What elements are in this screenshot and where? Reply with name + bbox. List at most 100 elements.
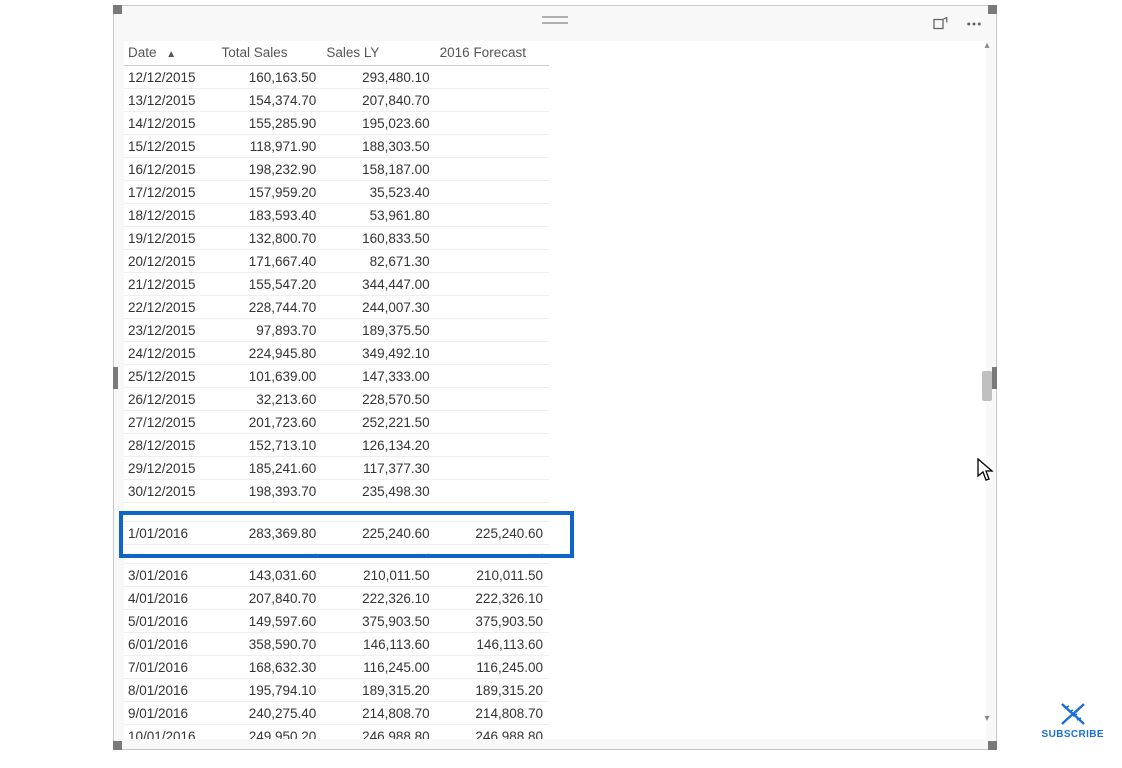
cell-ly: 116,245.00 (322, 656, 435, 679)
cell-date: 25/12/2015 (124, 365, 217, 388)
cell-date: 20/12/2015 (124, 250, 217, 273)
cell-ly: 222,326.10 (322, 587, 435, 610)
cell-ts: 132,800.70 (217, 227, 322, 250)
cell-date: 13/12/2015 (124, 89, 217, 112)
cell-fc: 210,011.50 (436, 564, 549, 587)
cell-ts: 101,639.00 (217, 365, 322, 388)
cell-date: 24/12/2015 (124, 342, 217, 365)
table-area: Date ▲ Total Sales Sales LY 2016 Forecas… (124, 41, 986, 739)
scroll-thumb[interactable] (982, 371, 992, 401)
header-row: Date ▲ Total Sales Sales LY 2016 Forecas… (124, 41, 549, 66)
cell-ts: 149,597.60 (217, 610, 322, 633)
cell-fc: 225,240.60 (436, 522, 549, 545)
table-row[interactable]: 10/01/2016249,950.20246,988.80246,988.80 (124, 725, 549, 740)
cell-ly: 344,447.00 (322, 273, 435, 296)
clipped-row-top: ···· (124, 503, 549, 522)
cell-ts: 240,275.40 (217, 702, 322, 725)
table-row[interactable]: 25/12/2015101,639.00147,333.00 (124, 365, 549, 388)
cell-fc (436, 319, 549, 342)
more-options-icon[interactable] (964, 14, 984, 34)
resize-handle-tr[interactable] (988, 5, 997, 14)
cell-ts: 198,232.90 (217, 158, 322, 181)
table-row[interactable]: 26/12/201532,213.60228,570.50 (124, 388, 549, 411)
cell-fc (436, 296, 549, 319)
table-row[interactable]: 27/12/2015201,723.60252,221.50 (124, 411, 549, 434)
resize-handle-br[interactable] (988, 741, 997, 750)
resize-handle-tl[interactable] (113, 5, 122, 14)
cell-fc (436, 204, 549, 227)
table-row[interactable]: 9/01/2016240,275.40214,808.70214,808.70 (124, 702, 549, 725)
table-row[interactable]: 23/12/201597,893.70189,375.50 (124, 319, 549, 342)
cell-ly: 53,961.80 (322, 204, 435, 227)
cell-ly: 225,240.60 (322, 522, 435, 545)
table-row[interactable]: 17/12/2015157,959.2035,523.40 (124, 181, 549, 204)
cell-ts: 183,593.40 (217, 204, 322, 227)
col-header-total-sales[interactable]: Total Sales (217, 41, 322, 66)
resize-handle-ml[interactable] (113, 367, 118, 389)
cell-fc (436, 434, 549, 457)
cell-ts: 152,713.10 (217, 434, 322, 457)
scroll-up-icon[interactable]: ▴ (982, 41, 992, 51)
table-row[interactable]: 13/12/2015154,374.70207,840.70 (124, 89, 549, 112)
cell-date: 4/01/2016 (124, 587, 217, 610)
cell-ts: 195,794.10 (217, 679, 322, 702)
cell-ts: 32,213.60 (217, 388, 322, 411)
highlighted-row[interactable]: 1/01/2016 283,369.80 225,240.60 225,240.… (124, 522, 549, 545)
cell-ly: 82,671.30 (322, 250, 435, 273)
table-row[interactable]: 6/01/2016358,590.70146,113.60146,113.60 (124, 633, 549, 656)
cell-date: 10/01/2016 (124, 725, 217, 740)
cell-date: 6/01/2016 (124, 633, 217, 656)
table-row[interactable]: 24/12/2015224,945.80349,492.10 (124, 342, 549, 365)
table-row[interactable]: 5/01/2016149,597.60375,903.50375,903.50 (124, 610, 549, 633)
cell-fc (436, 250, 549, 273)
cell-fc (436, 89, 549, 112)
table-row[interactable]: 14/12/2015155,285.90195,023.60 (124, 112, 549, 135)
col-header-sales-ly[interactable]: Sales LY (322, 41, 435, 66)
cell-ts: 155,547.20 (217, 273, 322, 296)
focus-mode-icon[interactable] (930, 14, 950, 34)
cell-ly: 146,113.60 (322, 633, 435, 656)
table-row[interactable]: 18/12/2015183,593.4053,961.80 (124, 204, 549, 227)
table-row[interactable]: 4/01/2016207,840.70222,326.10222,326.10 (124, 587, 549, 610)
table-row[interactable]: 12/12/2015160,163.50293,480.10 (124, 66, 549, 89)
cell-ly: 293,480.10 (322, 66, 435, 89)
cell-ly: 117,377.30 (322, 457, 435, 480)
cell-ly: 158,187.00 (322, 158, 435, 181)
table-row[interactable]: 3/01/2016143,031.60210,011.50210,011.50 (124, 564, 549, 587)
resize-handle-mr[interactable] (992, 367, 997, 389)
cell-ts: 185,241.60 (217, 457, 322, 480)
table-row[interactable]: 15/12/2015118,971.90188,303.50 (124, 135, 549, 158)
table-row[interactable]: 8/01/2016195,794.10189,315.20189,315.20 (124, 679, 549, 702)
scroll-down-icon[interactable]: ▾ (982, 714, 992, 724)
subscribe-badge[interactable]: SUBSCRIBE (1042, 702, 1105, 740)
table-row[interactable]: 20/12/2015171,667.4082,671.30 (124, 250, 549, 273)
cell-fc (436, 365, 549, 388)
cell-ly: 228,570.50 (322, 388, 435, 411)
cell-ts: 228,744.70 (217, 296, 322, 319)
cell-fc (436, 273, 549, 296)
data-table: Date ▲ Total Sales Sales LY 2016 Forecas… (124, 41, 549, 739)
table-row[interactable]: 22/12/2015228,744.70244,007.30 (124, 296, 549, 319)
table-row[interactable]: 16/12/2015198,232.90158,187.00 (124, 158, 549, 181)
table-row[interactable]: 30/12/2015198,393.70235,498.30 (124, 480, 549, 503)
table-row[interactable]: 19/12/2015132,800.70160,833.50 (124, 227, 549, 250)
table-row[interactable]: 28/12/2015152,713.10126,134.20 (124, 434, 549, 457)
drag-handle-icon[interactable] (542, 16, 568, 24)
table-row[interactable]: 29/12/2015185,241.60117,377.30 (124, 457, 549, 480)
table-row[interactable]: 21/12/2015155,547.20344,447.00 (124, 273, 549, 296)
col-header-forecast[interactable]: 2016 Forecast (436, 41, 549, 66)
cell-date: 1/01/2016 (124, 522, 217, 545)
table-row[interactable]: 7/01/2016168,632.30116,245.00116,245.00 (124, 656, 549, 679)
scrollbar[interactable]: ▴ ▾ (982, 41, 992, 724)
col-header-date[interactable]: Date ▲ (124, 41, 217, 66)
table-visual-container[interactable]: Date ▲ Total Sales Sales LY 2016 Forecas… (113, 5, 997, 750)
cell-ly: 207,840.70 (322, 89, 435, 112)
cell-fc (436, 342, 549, 365)
cell-ts: 168,632.30 (217, 656, 322, 679)
subscribe-label: SUBSCRIBE (1042, 729, 1105, 740)
cell-fc (436, 181, 549, 204)
sort-asc-icon: ▲ (166, 49, 176, 60)
cell-fc: 222,326.10 (436, 587, 549, 610)
cell-ly: 195,023.60 (322, 112, 435, 135)
resize-handle-bl[interactable] (113, 741, 122, 750)
